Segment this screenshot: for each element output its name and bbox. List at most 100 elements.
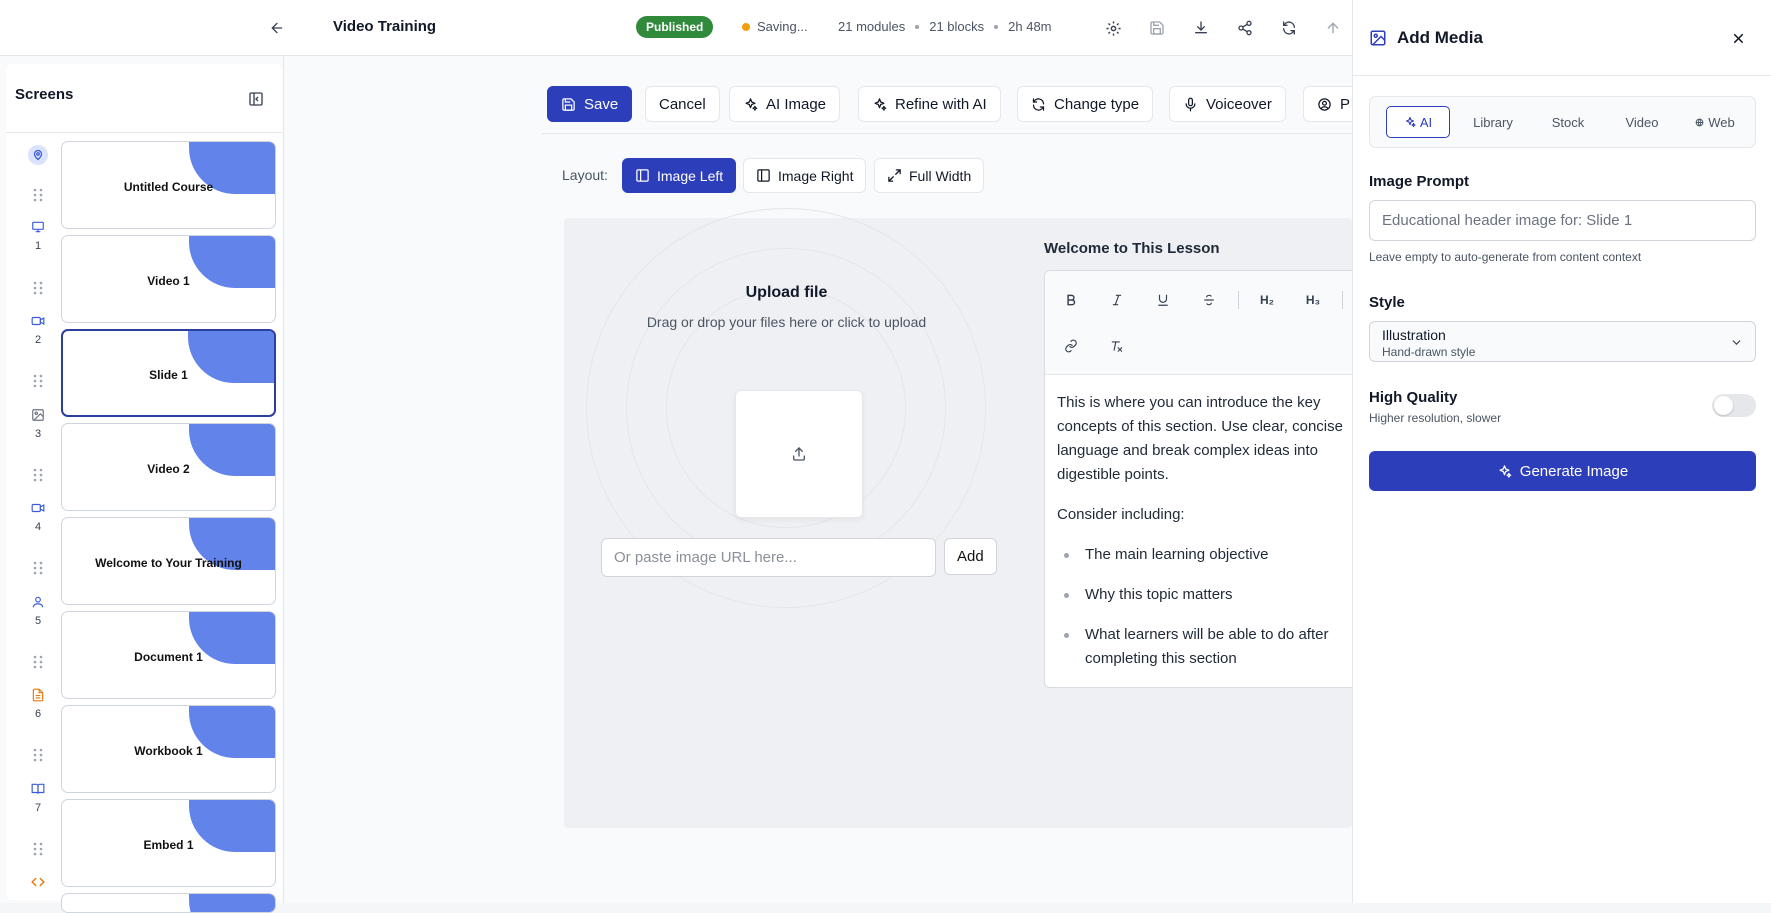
save-button[interactable]: Save (547, 86, 633, 122)
close-icon (1733, 33, 1743, 43)
heading-2-button[interactable]: H₂ (1255, 288, 1279, 312)
publish-button[interactable] (1317, 12, 1349, 44)
ai-image-button[interactable]: AI Image (729, 86, 841, 122)
clear-formatting-button[interactable] (1105, 334, 1129, 358)
screen-card[interactable]: Embed 1 (61, 799, 276, 887)
sidebar-divider (6, 132, 282, 133)
sidebar-title: Screens (15, 86, 74, 103)
lesson-title[interactable]: Welcome to This Lesson (1044, 240, 1220, 257)
drag-handle[interactable] (28, 842, 48, 856)
save-draft-button[interactable] (1141, 12, 1173, 44)
image-prompt-hint: Leave empty to auto-generate from conten… (1369, 250, 1642, 264)
blocks-count: 21 blocks (929, 19, 985, 34)
chevron-down-icon (1732, 340, 1741, 345)
duration: 2h 48m (1008, 19, 1052, 34)
upload-dropzone[interactable]: Upload file Drag or drop your files here… (564, 208, 1009, 828)
rail-item-3[interactable]: 3 (28, 408, 48, 440)
add-url-button[interactable]: Add (944, 538, 997, 575)
layout-right-icon (757, 169, 770, 182)
collapse-sidebar-button[interactable] (240, 83, 272, 115)
link-icon (1065, 339, 1077, 353)
screen-card[interactable]: Welcome to Your Training (61, 517, 276, 605)
underline-icon (1158, 294, 1168, 306)
toolbar-separator (1342, 291, 1343, 309)
drag-handle[interactable] (28, 281, 48, 295)
drag-handle-icon (33, 281, 43, 295)
bold-button[interactable] (1059, 288, 1083, 312)
screens-panel: Screens 1 2 3 4 5 6 7 Untitled Course Vi… (6, 64, 282, 913)
screen-card[interactable]: Video 1 (61, 235, 276, 323)
refresh-button[interactable] (1273, 12, 1305, 44)
heading-3-button[interactable]: H₃ (1301, 288, 1325, 312)
style-value: Illustration (1382, 327, 1446, 343)
image-url-input[interactable] (601, 538, 936, 577)
tab-stock[interactable]: Stock (1536, 106, 1600, 138)
high-quality-toggle[interactable] (1712, 394, 1756, 417)
tab-library[interactable]: Library (1458, 106, 1528, 138)
rail-item-4[interactable]: 4 (28, 501, 48, 533)
screen-card[interactable] (61, 893, 276, 913)
saving-dot-icon (742, 22, 750, 31)
layout-full-width-button[interactable]: Full Width (874, 158, 985, 193)
strikethrough-button[interactable] (1197, 288, 1221, 312)
settings-button[interactable] (1097, 12, 1129, 44)
screen-card[interactable]: Document 1 (61, 611, 276, 699)
toolbar-divider (542, 133, 1352, 134)
rail-item-8[interactable] (28, 875, 48, 889)
sidebar-collapse-icon (249, 92, 263, 106)
italic-button[interactable] (1105, 288, 1129, 312)
arrow-up-icon (1327, 22, 1339, 34)
screen-card[interactable]: Untitled Course (61, 141, 276, 229)
high-quality-label: High Quality (1369, 389, 1458, 406)
drag-handle[interactable] (28, 561, 48, 575)
editor-paragraph: Consider including: (1057, 506, 1185, 523)
layout-label: Layout: (562, 167, 608, 183)
generate-image-button[interactable]: Generate Image (1369, 451, 1756, 491)
change-type-button[interactable]: Change type (1017, 86, 1154, 122)
tab-video[interactable]: Video (1608, 106, 1676, 138)
share-button[interactable] (1229, 12, 1261, 44)
rail-item-5[interactable]: 5 (28, 595, 48, 627)
rail-item-7[interactable]: 7 (28, 782, 48, 814)
editor-content[interactable]: This is where you can introduce the key … (1057, 391, 1363, 687)
rail-item-0[interactable] (28, 145, 48, 165)
media-tabs: AI Library Stock Video Web (1369, 96, 1756, 148)
drag-handle[interactable] (28, 374, 48, 388)
cancel-button[interactable]: Cancel (645, 86, 720, 122)
back-button[interactable] (261, 12, 293, 44)
underline-button[interactable] (1151, 288, 1175, 312)
refine-with-ai-button[interactable]: Refine with AI (858, 86, 1001, 122)
screen-card-active[interactable]: Slide 1 (61, 329, 276, 417)
tab-web[interactable]: Web (1684, 106, 1746, 138)
drag-handle[interactable] (28, 748, 48, 762)
drag-handle[interactable] (28, 655, 48, 669)
layout-image-left-button[interactable]: Image Left (622, 158, 737, 193)
tab-ai[interactable]: AI (1386, 106, 1450, 138)
panel-divider (1353, 75, 1771, 76)
rich-text-editor[interactable]: H₂ H₃ This is where you can introduce th… (1044, 270, 1364, 688)
refresh-icon (1283, 21, 1295, 35)
screen-card[interactable]: Video 2 (61, 423, 276, 511)
toolbar-separator (1238, 291, 1239, 309)
link-button[interactable] (1059, 334, 1083, 358)
style-select[interactable]: Illustration Hand-drawn style (1369, 321, 1756, 362)
voiceover-button[interactable]: Voiceover (1169, 86, 1286, 122)
rail-item-6[interactable]: 6 (28, 688, 48, 720)
upload-button[interactable] (735, 390, 863, 518)
rail-item-2[interactable]: 2 (28, 314, 48, 346)
saving-status: Saving... (742, 19, 808, 34)
refresh-icon (1032, 97, 1045, 111)
clear-format-icon (1111, 341, 1123, 352)
image-prompt-input[interactable] (1369, 200, 1756, 241)
style-label: Style (1369, 294, 1405, 311)
drag-handle[interactable] (28, 468, 48, 482)
sparkles-icon (745, 97, 758, 111)
rail-item-1[interactable]: 1 (28, 220, 48, 252)
download-button[interactable] (1185, 12, 1217, 44)
screen-card[interactable]: Workbook 1 (61, 705, 276, 793)
layout-image-right-button[interactable]: Image Right (743, 158, 867, 193)
video-camera-icon (31, 503, 45, 513)
drag-handle[interactable] (28, 188, 48, 202)
code-icon (31, 877, 45, 887)
close-panel-button[interactable] (1722, 22, 1754, 54)
